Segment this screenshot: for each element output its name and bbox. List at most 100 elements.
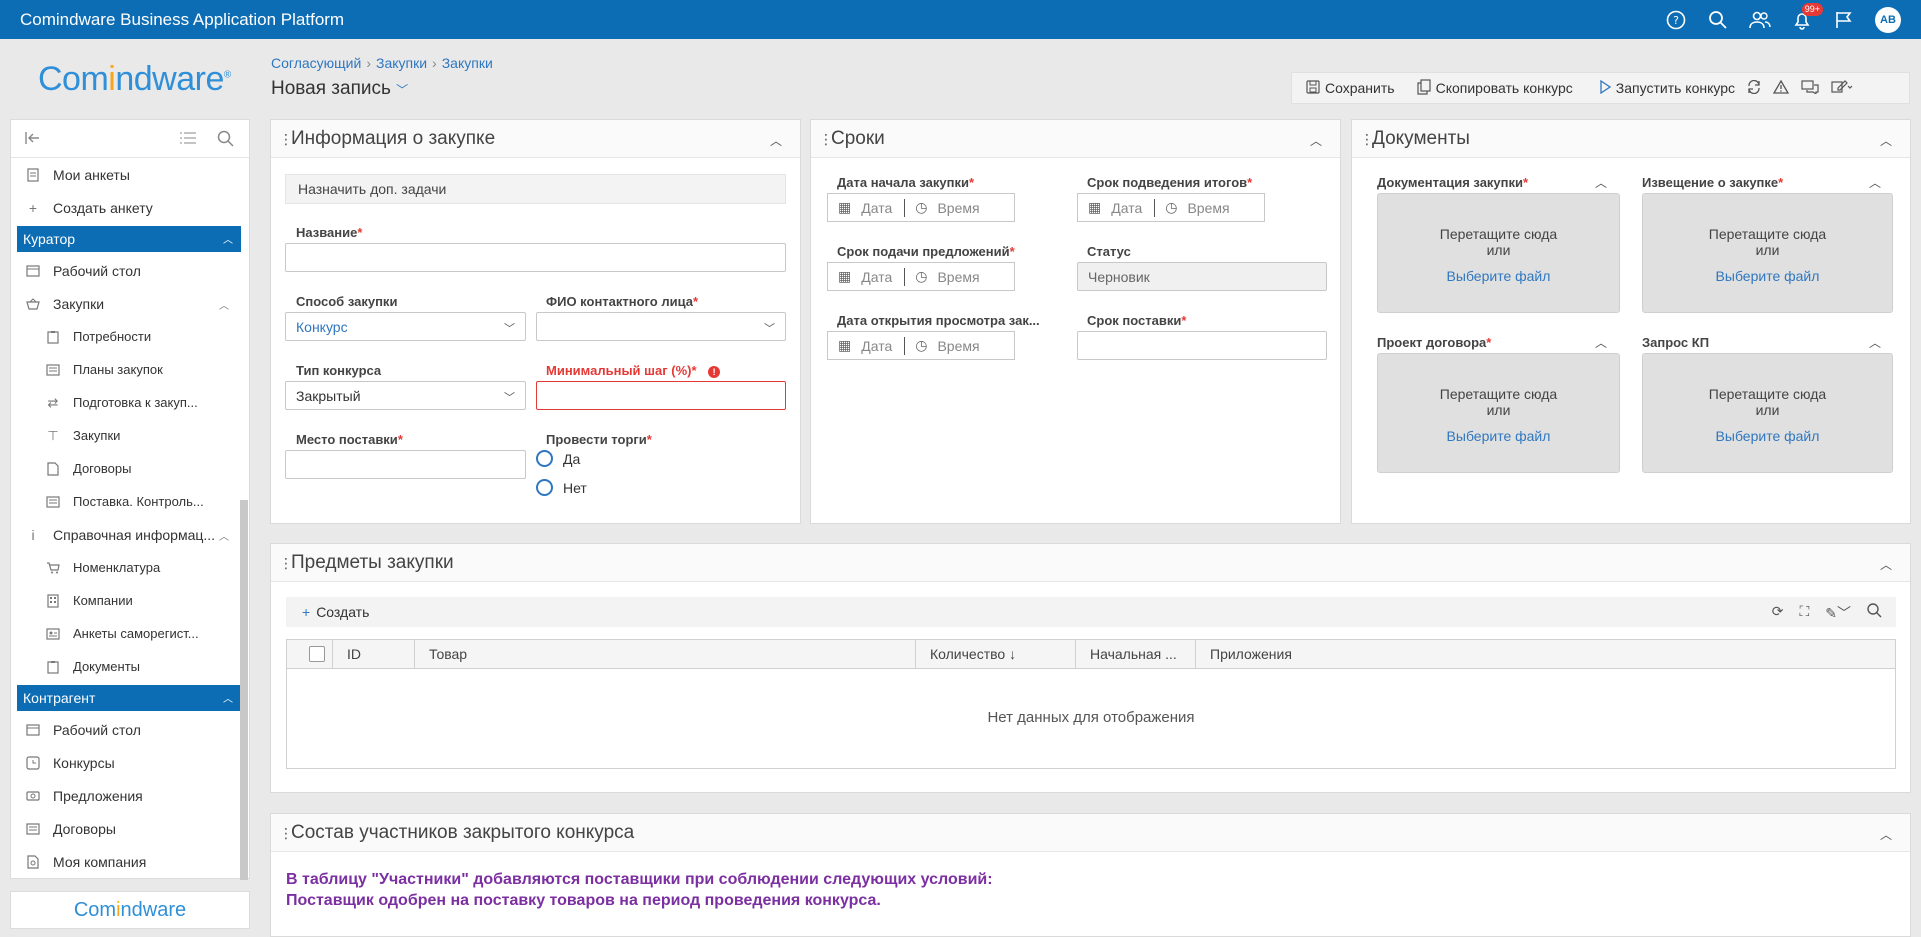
- list-icon[interactable]: [179, 131, 197, 148]
- sidebar-item-offers[interactable]: Предложения: [11, 779, 249, 812]
- column-header-id[interactable]: ID: [333, 640, 415, 668]
- chevron-up-icon[interactable]: ︿: [1595, 334, 1607, 351]
- sidebar-item-reference[interactable]: i Справочная информац... ︿: [11, 518, 249, 551]
- column-header-quantity[interactable]: Количество ↓: [916, 640, 1076, 668]
- create-item-button[interactable]: + Создать: [302, 604, 369, 620]
- collapse-sidebar-icon[interactable]: [25, 131, 41, 148]
- choose-file-link[interactable]: Выберите файл: [1378, 428, 1619, 444]
- auction-yes-radio[interactable]: Да: [536, 450, 580, 467]
- type-select[interactable]: Закрытый ﹀: [285, 381, 526, 410]
- choose-file-link[interactable]: Выберите файл: [1643, 428, 1892, 444]
- chevron-up-icon[interactable]: ︿: [770, 132, 782, 149]
- chevron-up-icon[interactable]: ︿: [1869, 334, 1881, 351]
- fullscreen-icon[interactable]: ⛶: [1799, 603, 1809, 623]
- copy-tender-button[interactable]: Скопировать конкурс: [1416, 78, 1573, 98]
- time-field[interactable]: ◷ Время: [905, 268, 979, 285]
- sidebar-item-plans[interactable]: Планы закупок: [11, 353, 249, 386]
- dropzone-docs[interactable]: Перетащите сюда или Выберите файл: [1377, 193, 1620, 313]
- column-header-product[interactable]: Товар: [415, 640, 916, 668]
- sidebar-item-needs[interactable]: Потребности: [11, 320, 249, 353]
- place-input[interactable]: [285, 450, 526, 479]
- sidebar-item-nomenclature[interactable]: Номенклатура: [11, 551, 249, 584]
- time-field[interactable]: ◷ Время: [1155, 199, 1229, 216]
- users-icon[interactable]: [1749, 9, 1771, 31]
- start-date-picker[interactable]: ▦ Дата ◷ Время: [827, 193, 1015, 222]
- sidebar-group-contractor[interactable]: Контрагент ︿: [17, 685, 241, 711]
- chevron-up-icon[interactable]: ︿: [1595, 174, 1607, 191]
- flag-icon[interactable]: [1833, 9, 1855, 31]
- time-field[interactable]: ◷ Время: [905, 199, 979, 216]
- refresh-icon[interactable]: ⟳: [1772, 603, 1784, 623]
- sidebar-item-my-company[interactable]: Моя компания: [11, 845, 249, 878]
- sidebar-item-contractor-desktop[interactable]: Рабочий стол: [11, 713, 249, 746]
- chevron-up-icon[interactable]: ︿: [1880, 826, 1892, 843]
- edit-menu-icon[interactable]: ✎﹀: [1825, 603, 1851, 623]
- sidebar-item-purchases[interactable]: Закупки ︿: [11, 287, 249, 320]
- help-icon[interactable]: ?: [1665, 9, 1687, 31]
- breadcrumb-item[interactable]: Закупки: [376, 55, 427, 71]
- sidebar-item-contractor-contracts[interactable]: Договоры: [11, 812, 249, 845]
- edit-menu-icon[interactable]: [1831, 79, 1853, 97]
- dropzone-notice[interactable]: Перетащите сюда или Выберите файл: [1642, 193, 1893, 313]
- chevron-up-icon: ︿: [219, 532, 229, 543]
- drop-or: или: [1486, 242, 1511, 258]
- sidebar-item-create-form[interactable]: + Создать анкету: [11, 191, 249, 224]
- chevron-up-icon[interactable]: ︿: [1310, 132, 1322, 149]
- refresh-icon[interactable]: [1747, 79, 1761, 97]
- drag-handle-icon[interactable]: ⋮: [279, 825, 293, 842]
- search-icon[interactable]: [1867, 603, 1882, 623]
- date-field[interactable]: ▦ Дата: [828, 199, 892, 216]
- contact-select[interactable]: ﹀: [536, 312, 786, 341]
- choose-file-link[interactable]: Выберите файл: [1378, 268, 1619, 284]
- sidebar-item-preparation[interactable]: ⇄ Подготовка к закуп...: [11, 386, 249, 419]
- drag-handle-icon[interactable]: ⋮: [279, 131, 293, 148]
- breadcrumb-item[interactable]: Закупки: [442, 55, 493, 71]
- date-field[interactable]: ▦ Дата: [828, 268, 892, 285]
- sidebar-item-documents[interactable]: Документы: [11, 650, 249, 683]
- search-icon[interactable]: [217, 130, 234, 150]
- breadcrumb-item[interactable]: Согласующий: [271, 55, 361, 71]
- chevron-up-icon[interactable]: ︿: [1880, 556, 1892, 573]
- search-icon[interactable]: [1707, 9, 1729, 31]
- assign-tasks-button[interactable]: Назначить доп. задачи: [285, 174, 786, 204]
- open-date-picker[interactable]: ▦ Дата ◷ Время: [827, 331, 1015, 360]
- dropzone-rfq[interactable]: Перетащите сюда или Выберите файл: [1642, 353, 1893, 473]
- delivery-date-input[interactable]: [1077, 331, 1327, 360]
- drag-handle-icon[interactable]: ⋮: [1360, 131, 1374, 148]
- comments-icon[interactable]: [1801, 79, 1819, 97]
- sidebar-scrollbar[interactable]: [240, 500, 248, 880]
- save-button[interactable]: Сохранить: [1306, 79, 1395, 97]
- date-field[interactable]: ▦ Дата: [828, 337, 892, 354]
- method-select[interactable]: Конкурс ﹀: [285, 312, 526, 341]
- sidebar-item-desktop[interactable]: Рабочий стол: [11, 254, 249, 287]
- sidebar-group-curator[interactable]: Куратор ︿: [17, 226, 241, 252]
- min-step-input[interactable]: [536, 381, 786, 410]
- time-field[interactable]: ◷ Время: [905, 337, 979, 354]
- drag-handle-icon[interactable]: ⋮: [819, 131, 833, 148]
- notifications-icon[interactable]: 99+: [1791, 2, 1823, 31]
- choose-file-link[interactable]: Выберите файл: [1643, 268, 1892, 284]
- summary-date-picker[interactable]: ▦ Дата ◷ Время: [1077, 193, 1265, 222]
- drag-handle-icon[interactable]: ⋮: [279, 555, 293, 572]
- sidebar-item-purchases-list[interactable]: ⊤ Закупки: [11, 419, 249, 452]
- sidebar-item-contracts[interactable]: Договоры: [11, 452, 249, 485]
- auction-no-radio[interactable]: Нет: [536, 479, 587, 496]
- column-header-attachments[interactable]: Приложения: [1196, 640, 1895, 668]
- chevron-up-icon[interactable]: ︿: [1880, 132, 1892, 149]
- chevron-up-icon[interactable]: ︿: [1869, 174, 1881, 191]
- dropzone-contract[interactable]: Перетащите сюда или Выберите файл: [1377, 353, 1620, 473]
- date-field[interactable]: ▦ Дата: [1078, 199, 1142, 216]
- sidebar-item-self-reg-forms[interactable]: Анкеты саморегист...: [11, 617, 249, 650]
- sidebar-item-delivery-control[interactable]: Поставка. Контроль...: [11, 485, 249, 518]
- sidebar-item-my-forms[interactable]: Мои анкеты: [11, 158, 249, 191]
- avatar[interactable]: AB: [1875, 6, 1901, 33]
- select-all-checkbox[interactable]: [287, 640, 333, 668]
- sidebar-item-companies[interactable]: Компании: [11, 584, 249, 617]
- page-title[interactable]: Новая запись ﹀: [271, 78, 408, 100]
- sidebar-item-tenders[interactable]: Конкурсы: [11, 746, 249, 779]
- column-header-initial[interactable]: Начальная ...: [1076, 640, 1196, 668]
- start-tender-button[interactable]: Запустить конкурс: [1599, 79, 1735, 97]
- warning-icon[interactable]: [1772, 79, 1790, 97]
- submit-date-picker[interactable]: ▦ Дата ◷ Время: [827, 262, 1015, 291]
- name-input[interactable]: [285, 243, 786, 272]
